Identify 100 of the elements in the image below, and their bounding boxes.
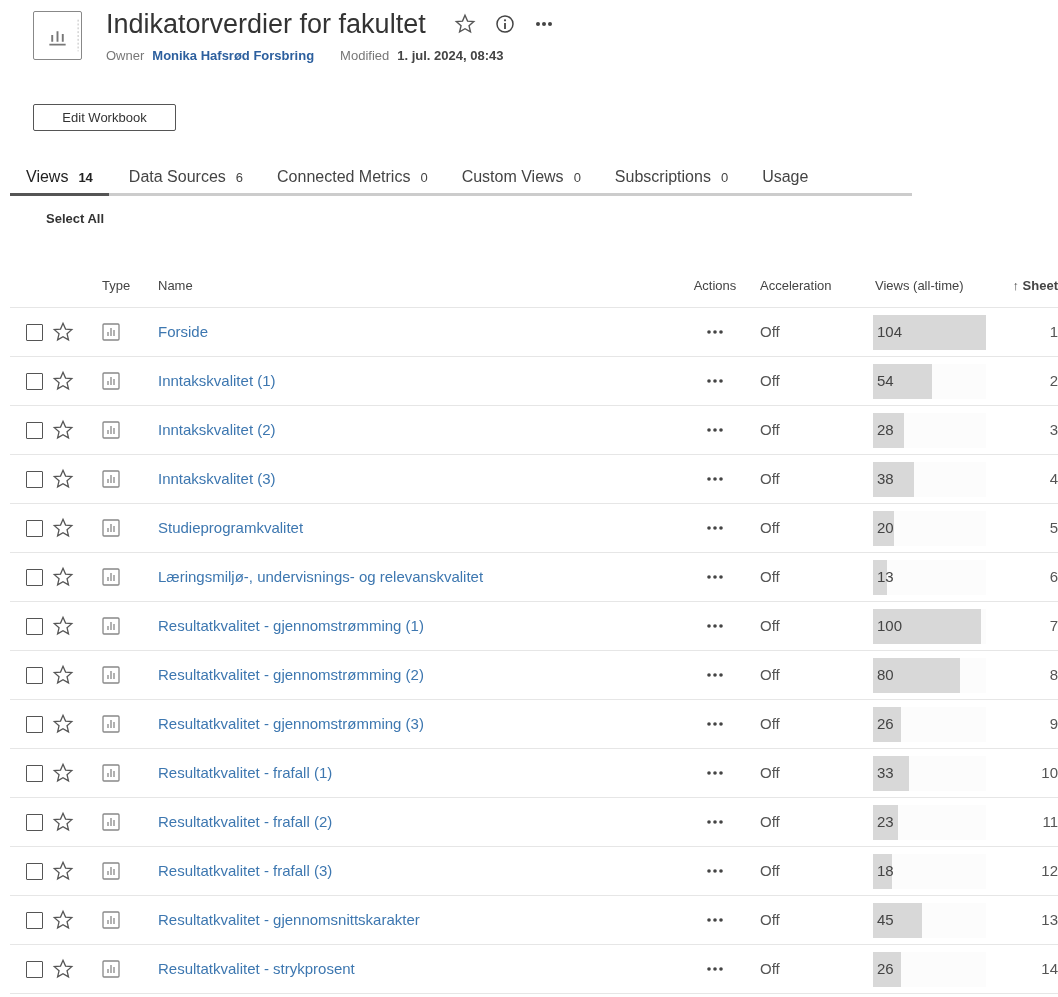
favorite-icon[interactable] [52, 419, 74, 442]
more-icon[interactable] [707, 918, 723, 923]
view-name-link[interactable]: Inntakskvalitet (2) [158, 421, 276, 439]
sheet-number: 6 [1048, 567, 1058, 588]
more-icon[interactable] [534, 21, 553, 28]
acceleration-status: Off [760, 567, 781, 588]
view-name-link[interactable]: Inntakskvalitet (3) [158, 470, 276, 488]
favorite-icon[interactable] [52, 615, 74, 638]
select-all-button[interactable]: Select All [46, 209, 105, 229]
view-name-link[interactable]: Resultatkvalitet - gjennomstrømming (1) [158, 617, 424, 635]
sheet-number: 14 [1040, 959, 1058, 980]
views-count: 45 [877, 909, 894, 930]
view-chart-icon [102, 568, 120, 587]
more-icon[interactable] [707, 330, 723, 335]
modified-date: 1. jul. 2024, 08:43 [397, 47, 504, 66]
edit-workbook-button[interactable]: Edit Workbook [33, 103, 176, 132]
view-name-link[interactable]: Resultatkvalitet - strykprosent [158, 960, 355, 978]
row-checkbox[interactable] [26, 372, 43, 390]
sheet-number: 2 [1048, 371, 1058, 392]
row-checkbox[interactable] [26, 911, 43, 929]
column-header[interactable]: ↑ Sheet [998, 276, 1058, 296]
view-name-link[interactable]: Forside [158, 323, 209, 341]
view-name-link[interactable]: Resultatkvalitet - frafall (3) [158, 862, 333, 880]
sheet-number: 3 [1048, 420, 1058, 441]
column-header[interactable]: Name [158, 276, 670, 296]
view-name-link[interactable]: Læringsmiljø-, undervisnings- og relevanskvalitet [158, 568, 484, 586]
favorite-icon[interactable] [52, 811, 74, 834]
owner-link[interactable]: Monika Hafsrød Forsbring [152, 46, 315, 66]
acceleration-status: Off [760, 322, 781, 343]
row-checkbox[interactable] [26, 715, 43, 733]
row-checkbox[interactable] [26, 666, 43, 684]
row-checkbox[interactable] [26, 421, 43, 439]
favorite-icon[interactable] [52, 468, 74, 491]
favorite-icon[interactable] [52, 566, 74, 589]
favorite-icon[interactable] [52, 713, 74, 736]
tab[interactable]: Usage [762, 165, 809, 197]
view-name-link[interactable]: Resultatkvalitet - gjennomstrømming (2) [158, 666, 424, 684]
views-count: 13 [877, 566, 894, 587]
view-name-link[interactable]: Resultatkvalitet - frafall (1) [158, 764, 333, 782]
row-checkbox[interactable] [26, 323, 43, 341]
view-chart-icon [102, 666, 120, 685]
column-header: Actions [692, 277, 738, 296]
more-icon[interactable] [707, 722, 723, 727]
view-chart-icon [102, 862, 120, 881]
more-icon[interactable] [707, 428, 723, 433]
acceleration-status: Off [760, 714, 781, 735]
tab[interactable]: Views 14 [10, 165, 109, 197]
view-name-link[interactable]: Inntakskvalitet (1) [158, 372, 276, 390]
more-icon[interactable] [707, 869, 723, 874]
favorite-icon[interactable] [52, 958, 74, 981]
view-chart-icon [102, 715, 120, 734]
acceleration-status: Off [760, 469, 781, 490]
more-icon[interactable] [707, 477, 723, 482]
tab[interactable]: Custom Views 0 [461, 165, 581, 197]
more-icon[interactable] [707, 526, 723, 531]
more-icon[interactable] [707, 771, 723, 776]
more-icon[interactable] [707, 820, 723, 825]
views-count: 33 [877, 762, 894, 783]
tab[interactable]: Subscriptions 0 [614, 165, 729, 197]
view-chart-icon [102, 519, 120, 538]
column-header: Acceleration [760, 277, 833, 296]
favorite-icon[interactable] [52, 321, 74, 344]
view-name-link[interactable]: Resultatkvalitet - frafall (2) [158, 813, 333, 831]
views-count: 104 [877, 321, 903, 342]
tab[interactable]: Connected Metrics 0 [277, 165, 428, 197]
favorite-icon[interactable] [52, 860, 74, 883]
acceleration-status: Off [760, 763, 781, 784]
row-checkbox[interactable] [26, 862, 43, 880]
row-checkbox[interactable] [26, 813, 43, 831]
acceleration-status: Off [760, 861, 781, 882]
row-checkbox[interactable] [26, 568, 43, 586]
view-name-link[interactable]: Studieprogramkvalitet [158, 519, 304, 537]
info-icon[interactable] [494, 14, 515, 35]
sheet-number: 10 [1040, 763, 1058, 784]
favorite-icon[interactable] [52, 517, 74, 540]
favorite-icon[interactable] [52, 909, 74, 932]
more-icon[interactable] [707, 967, 723, 972]
favorite-icon[interactable] [453, 13, 476, 36]
more-icon[interactable] [707, 575, 723, 580]
row-checkbox[interactable] [26, 617, 43, 635]
views-count: 80 [877, 664, 894, 685]
favorite-icon[interactable] [52, 664, 74, 687]
acceleration-status: Off [760, 371, 781, 392]
views-count: 54 [877, 370, 894, 391]
sheet-number: 4 [1048, 469, 1058, 490]
row-checkbox[interactable] [26, 519, 43, 537]
favorite-icon[interactable] [52, 762, 74, 785]
view-chart-icon [102, 911, 120, 930]
column-header: Type [102, 277, 132, 296]
more-icon[interactable] [707, 624, 723, 629]
more-icon[interactable] [707, 379, 723, 384]
tab[interactable]: Data Sources 6 [128, 165, 244, 197]
row-checkbox[interactable] [26, 470, 43, 488]
row-checkbox[interactable] [26, 960, 43, 978]
sheet-number: 12 [1040, 861, 1058, 882]
favorite-icon[interactable] [52, 370, 74, 393]
view-name-link[interactable]: Resultatkvalitet - gjennomstrømming (3) [158, 715, 424, 733]
more-icon[interactable] [707, 673, 723, 678]
view-name-link[interactable]: Resultatkvalitet - gjennomsnittskarakter [158, 911, 420, 929]
row-checkbox[interactable] [26, 764, 43, 782]
